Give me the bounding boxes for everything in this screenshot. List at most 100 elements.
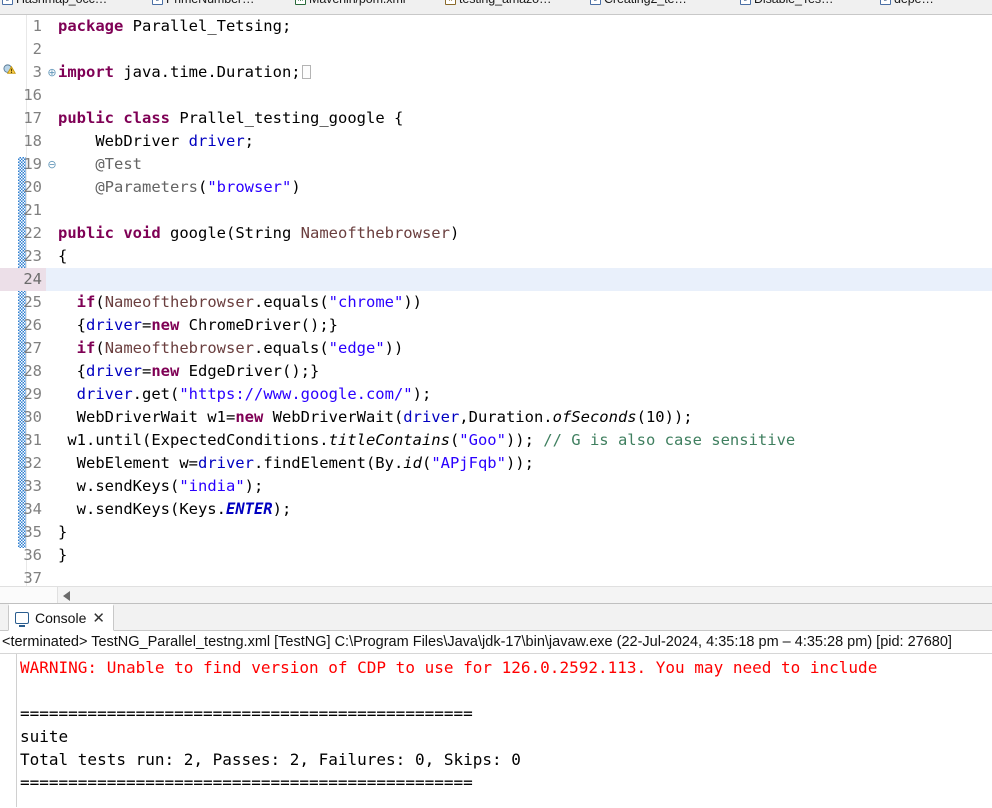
editor-tab-2[interactable]: MMavenin/pom.xml (293, 0, 443, 7)
line-number: 29 (23, 385, 42, 403)
editor-tab-0[interactable]: JHashmap_occ… (0, 0, 150, 7)
code-line[interactable]: 22 public void google(String Nameofthebro… (0, 222, 992, 245)
console-process-header: <terminated> TestNG_Parallel_testng.xml … (0, 631, 992, 654)
console-line: suite (20, 727, 69, 746)
console-output[interactable]: WARNING: Unable to find version of CDP t… (0, 654, 992, 807)
line-number: 21 (23, 201, 42, 219)
editor-tab-1[interactable]: JPrimeNumber… (150, 0, 293, 7)
java-file-icon: J (880, 0, 891, 5)
console-panel[interactable]: Console ✕ <terminated> TestNG_Parallel_t… (0, 603, 992, 808)
console-monitor-icon (15, 612, 29, 627)
code-text: { (58, 247, 68, 265)
line-number: 20 (23, 178, 42, 196)
code-text: w.sendKeys("india"); (58, 477, 264, 495)
editor-tab-3[interactable]: xtesting_amazo… (443, 0, 588, 7)
console-line: ========================================… (20, 704, 473, 723)
editor-tab-5[interactable]: JDisable_Tes… (738, 0, 878, 7)
console-gutter-line (16, 654, 17, 807)
console-tab-label: Console (35, 610, 87, 626)
editor-tab-label: Mavenin/pom.xml (309, 0, 406, 6)
tab-console[interactable]: Console ✕ (8, 604, 114, 631)
editor-tab-4[interactable]: JCreating2_te… (588, 0, 738, 7)
code-line[interactable]: 28 {driver=new EdgeDriver();} (0, 360, 992, 383)
editor-tab-6[interactable]: Jdepe… (878, 0, 992, 7)
code-line[interactable]: 20 @Parameters("browser") (0, 176, 992, 199)
scroll-left-arrow-icon[interactable] (63, 591, 70, 601)
code-text: driver.get("https://www.google.com/"); (76, 385, 432, 403)
code-text: @Parameters("browser") (95, 178, 301, 196)
code-text: if(Nameofthebrowser.equals("edge")) (76, 339, 404, 357)
code-line[interactable]: 3 ⊕import java.time.Duration; (0, 61, 992, 84)
java-file-icon: J (740, 0, 751, 5)
code-line[interactable]: 18 WebDriver driver; (0, 130, 992, 153)
line-number: 23 (23, 247, 42, 265)
code-text: if(Nameofthebrowser.equals("chrome")) (76, 293, 422, 311)
code-line[interactable]: 17 public class Prallel_testing_google { (0, 107, 992, 130)
code-line[interactable]: 21 (0, 199, 992, 222)
code-text: WebElement w=driver.findElement(By.id("A… (58, 454, 534, 472)
code-line[interactable]: 23 { (0, 245, 992, 268)
code-line[interactable]: 32 WebElement w=driver.findElement(By.id… (0, 452, 992, 475)
code-line[interactable]: 27 if(Nameofthebrowser.equals("edge")) (0, 337, 992, 360)
line-number: 33 (23, 477, 42, 495)
scrollbar-corner (0, 587, 58, 603)
console-line: Total tests run: 2, Passes: 2, Failures:… (20, 750, 521, 769)
xml-file-icon: x (445, 0, 456, 5)
code-line[interactable]: 30 WebDriverWait w1=new WebDriverWait(dr… (0, 406, 992, 429)
code-line[interactable]: 19 ⊖ @Test (0, 153, 992, 176)
line-number: 30 (23, 408, 42, 426)
code-line[interactable]: 36} (0, 544, 992, 567)
editor-tab-bar[interactable]: JHashmap_occ…JPrimeNumber…MMavenin/pom.x… (0, 0, 992, 15)
editor-tab-label: testing_amazo… (459, 0, 552, 6)
fold-expand-icon[interactable]: ⊕ (46, 61, 58, 84)
line-number: 19 (23, 155, 42, 173)
code-editor[interactable]: 1 package Parallel_Tetsing; 2 3 ⊕import java… (0, 15, 992, 603)
code-line[interactable]: 26 {driver=new ChromeDriver();} (0, 314, 992, 337)
code-text: w.sendKeys(Keys.ENTER); (58, 500, 292, 518)
close-icon[interactable]: ✕ (92, 611, 105, 626)
code-line[interactable]: 16 (0, 84, 992, 107)
editor-tab-label: Disable_Tes… (754, 0, 834, 6)
code-line[interactable]: 24 (0, 268, 992, 291)
code-line[interactable]: 33 w.sendKeys("india"); (0, 475, 992, 498)
line-number: 22 (23, 224, 42, 242)
editor-tab-label: Hashmap_occ… (16, 0, 107, 6)
line-number: 24 (0, 268, 46, 291)
line-number: 27 (23, 339, 42, 357)
code-line[interactable]: 31 w1.until(ExpectedConditions.titleCont… (0, 429, 992, 452)
line-number: 1 (32, 17, 42, 35)
java-file-icon: J (2, 0, 13, 5)
code-text: public void google(String Nameofthebrows… (58, 224, 460, 242)
code-text: import java.time.Duration; (58, 63, 311, 81)
code-text: {driver=new EdgeDriver();} (58, 362, 320, 380)
fold-collapse-icon[interactable]: ⊖ (46, 153, 58, 176)
code-line[interactable]: 29 driver.get("https://www.google.com/")… (0, 383, 992, 406)
console-line-list: WARNING: Unable to find version of CDP t… (0, 656, 992, 794)
editor-horizontal-scrollbar[interactable] (0, 586, 992, 603)
line-number: 18 (23, 132, 42, 150)
line-number: 34 (23, 500, 42, 518)
code-line[interactable]: 25 if(Nameofthebrowser.equals("chrome")) (0, 291, 992, 314)
code-line-list[interactable]: 1 package Parallel_Tetsing; 2 3 ⊕import java… (0, 15, 992, 590)
code-text: {driver=new ChromeDriver();} (58, 316, 338, 334)
line-number: 17 (23, 109, 42, 127)
line-number: 35 (23, 523, 42, 541)
code-text: WebDriverWait w1=new WebDriverWait(drive… (58, 408, 693, 426)
editor-tab-label: PrimeNumber… (166, 0, 255, 6)
code-line[interactable]: 34 w.sendKeys(Keys.ENTER); (0, 498, 992, 521)
line-number: 36 (23, 546, 42, 564)
console-tab-bar[interactable]: Console ✕ (0, 604, 992, 631)
code-text: } (58, 546, 68, 564)
code-line[interactable]: 2 (0, 38, 992, 61)
editor-tab-label: Creating2_te… (604, 0, 687, 6)
code-line[interactable]: 35} (0, 521, 992, 544)
code-line[interactable]: 1 package Parallel_Tetsing; (0, 15, 992, 38)
line-number: 28 (23, 362, 42, 380)
line-number: 25 (23, 293, 42, 311)
line-number: 32 (23, 454, 42, 472)
code-text: @Test (95, 155, 142, 173)
line-number: 3 (32, 63, 42, 81)
code-text: } (58, 523, 68, 541)
code-text: package Parallel_Tetsing; (58, 17, 292, 35)
java-file-icon: J (152, 0, 163, 5)
